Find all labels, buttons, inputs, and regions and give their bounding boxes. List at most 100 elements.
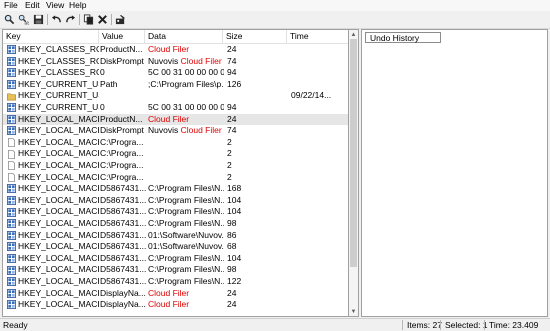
table-row[interactable]: HKEY_LOCAL_MACHI...C:\Progra... 2 <box>3 136 348 149</box>
registry-value-icon <box>7 114 16 124</box>
table-row[interactable]: HKEY_CLASSES_ROOT...ProductN... Cloud Fil… <box>3 44 348 56</box>
table-row[interactable]: HKEY_LOCAL_MACHI...C:\Progra... 2 <box>3 172 348 184</box>
table-row[interactable]: HKEY_CURRENT_USER...0 5C 00 31 00 00 00 0… <box>3 102 348 114</box>
cell-size: 104 <box>227 194 242 205</box>
column-header-time[interactable]: Time <box>287 30 348 43</box>
cell-value: DisplayNa... <box>100 287 146 298</box>
cell-value: D5867431... <box>100 276 146 286</box>
cell-size: 94 <box>227 102 237 112</box>
cell-size: 122 <box>227 276 242 286</box>
table-row[interactable]: HKEY_LOCAL_MACHI...D5867431...C:\Program… <box>3 252 348 265</box>
menu-view[interactable]: View <box>46 0 64 11</box>
save-icon[interactable] <box>31 12 45 26</box>
cell-time <box>291 183 348 195</box>
column-header-value[interactable]: Value <box>99 30 145 43</box>
cell-data <box>148 137 224 149</box>
cell-size: 68 <box>227 241 237 252</box>
menu-edit[interactable]: Edit <box>25 0 40 11</box>
cell-size: 94 <box>227 67 237 78</box>
cell-data: ;C:\Program Files\p... <box>148 79 224 91</box>
cell-key: HKEY_LOCAL_MACHI... <box>7 299 99 311</box>
cell-data <box>148 160 224 172</box>
cell-time <box>291 230 348 242</box>
table-row[interactable]: HKEY_LOCAL_MACHI...D5867431...C:\Program… <box>3 218 348 230</box>
table-row[interactable]: HKEY_LOCAL_MACHI...DiskPrompt Nuvovis Clo… <box>3 125 348 137</box>
cell-key: HKEY_LOCAL_MACHI... <box>7 160 99 172</box>
cell-value: ProductN... <box>100 44 143 54</box>
cell-key: HKEY_LOCAL_MACHI... <box>7 230 99 242</box>
cell-data: 5C 00 31 00 00 00 00... <box>148 102 224 114</box>
menu-help[interactable]: Help <box>69 0 86 11</box>
scroll-down-icon[interactable]: ▼ <box>350 308 357 315</box>
cell-key-text: HKEY_CURRENT_USER... <box>18 78 99 89</box>
cell-data: Cloud Filer <box>148 44 224 56</box>
registry-value-icon <box>7 254 16 264</box>
scroll-up-icon[interactable]: ▲ <box>350 31 357 38</box>
table-row[interactable]: HKEY_LOCAL_MACHI...C:\Progra... 2 <box>3 160 348 172</box>
copy-icon[interactable] <box>81 12 95 26</box>
undo-icon[interactable] <box>49 12 63 26</box>
cell-value: D5867431... <box>100 241 146 252</box>
table-row[interactable]: HKEY_CURRENT_USER...Path ;C:\Program File… <box>3 78 348 91</box>
vertical-scrollbar[interactable]: ▲ ▼ <box>349 29 359 317</box>
table-row[interactable]: HKEY_LOCAL_MACHI...D5867431...C:\Program… <box>3 183 348 195</box>
results-list[interactable]: Key Value Data Size Time HKEY_CLASSES_RO… <box>2 29 349 317</box>
column-header-size[interactable]: Size <box>223 30 287 43</box>
delete-icon[interactable] <box>95 12 109 26</box>
table-row[interactable]: HKEY_CLASSES_ROOT...DiskPrompt Nuvovis Cl… <box>3 55 348 68</box>
cell-data-text: Cloud Filer <box>148 113 190 124</box>
cell-key: HKEY_LOCAL_MACHI... <box>7 264 99 276</box>
undo-history-header[interactable]: Undo History <box>365 32 441 43</box>
cell-size: 98 <box>227 218 237 228</box>
cell-time <box>291 264 348 276</box>
cell-key-text: HKEY_LOCAL_MACHI... <box>18 125 99 136</box>
table-row[interactable]: HKEY_LOCAL_MACHI...C:\Progra... 2 <box>3 148 348 160</box>
fix-icon[interactable] <box>113 12 127 26</box>
cell-data: 5C 00 31 00 00 00 00... <box>148 67 224 79</box>
file-icon <box>7 172 16 182</box>
cell-size: 74 <box>227 55 237 66</box>
registry-value-icon <box>7 184 16 194</box>
cell-size: 24 <box>227 287 237 298</box>
cell-data: C:\Program Files\N... <box>148 195 224 207</box>
cell-time <box>291 56 348 68</box>
table-row[interactable]: HKEY_LOCAL_MACHI...D5867431...C:\Program… <box>3 206 348 218</box>
scrollbar-thumb[interactable] <box>350 39 357 267</box>
cell-time <box>291 276 348 288</box>
cell-data-text: C:\Program Files\N... <box>148 276 224 286</box>
cell-data: C:\Program Files\N... <box>148 218 224 230</box>
cell-data-text: 5C 00 31 00 00 00 00... <box>148 67 224 78</box>
registry-value-icon <box>7 45 16 55</box>
cell-data-text: Cloud Filer <box>148 287 190 298</box>
table-row[interactable]: HKEY_LOCAL_MACHI...D5867431...C:\Program… <box>3 276 348 288</box>
cell-size: 74 <box>227 125 237 136</box>
cell-key-text: HKEY_LOCAL_MACHI... <box>18 136 99 147</box>
cell-key-text: HKEY_LOCAL_MACHI... <box>18 252 99 263</box>
table-row[interactable]: HKEY_LOCAL_MACHI...ProductN... Cloud File… <box>3 113 348 126</box>
cell-size: 98 <box>227 264 237 275</box>
table-row[interactable]: HKEY_LOCAL_MACHI...D5867431...01:\Softwa… <box>3 241 348 253</box>
cell-time <box>291 206 348 218</box>
table-row[interactable]: HKEY_LOCAL_MACHI...D5867431...C:\Program… <box>3 264 348 276</box>
undo-history-pane[interactable]: Undo History <box>361 29 548 317</box>
cell-key-text: HKEY_CURRENT_USER... <box>18 102 99 112</box>
table-row[interactable]: HKEY_LOCAL_MACHI...D5867431...01:\Softwa… <box>3 230 348 242</box>
registry-value-icon <box>7 103 16 113</box>
status-divider <box>402 320 403 330</box>
column-header-data[interactable]: Data <box>145 30 223 43</box>
status-time: Time: 23.409 <box>489 320 539 330</box>
redo-icon[interactable] <box>63 12 77 26</box>
cell-value: D5867431... <box>100 264 146 275</box>
table-row[interactable]: HKEY_LOCAL_MACHI...DisplayNa...Cloud Fil… <box>3 299 348 311</box>
cell-key: HKEY_LOCAL_MACHI... <box>7 148 99 160</box>
column-header-key[interactable]: Key <box>3 30 99 43</box>
menu-file[interactable]: File <box>4 0 18 11</box>
table-row[interactable]: HKEY_LOCAL_MACHI...DisplayNa...Cloud Fil… <box>3 287 348 300</box>
cell-value: D5867431... <box>100 218 146 228</box>
find-next-icon[interactable]: ab <box>16 12 30 26</box>
table-row[interactable]: HKEY_LOCAL_MACHI...D5867431...C:\Program… <box>3 194 348 207</box>
table-row[interactable]: HKEY_CLASSES_ROOT...0 5C 00 31 00 00 00 0… <box>3 67 348 79</box>
table-row[interactable]: HKEY_CURRENT_USER... 09/22/14... <box>3 90 348 102</box>
cell-key-text: HKEY_LOCAL_MACHI... <box>18 299 99 310</box>
find-icon[interactable] <box>2 12 16 26</box>
